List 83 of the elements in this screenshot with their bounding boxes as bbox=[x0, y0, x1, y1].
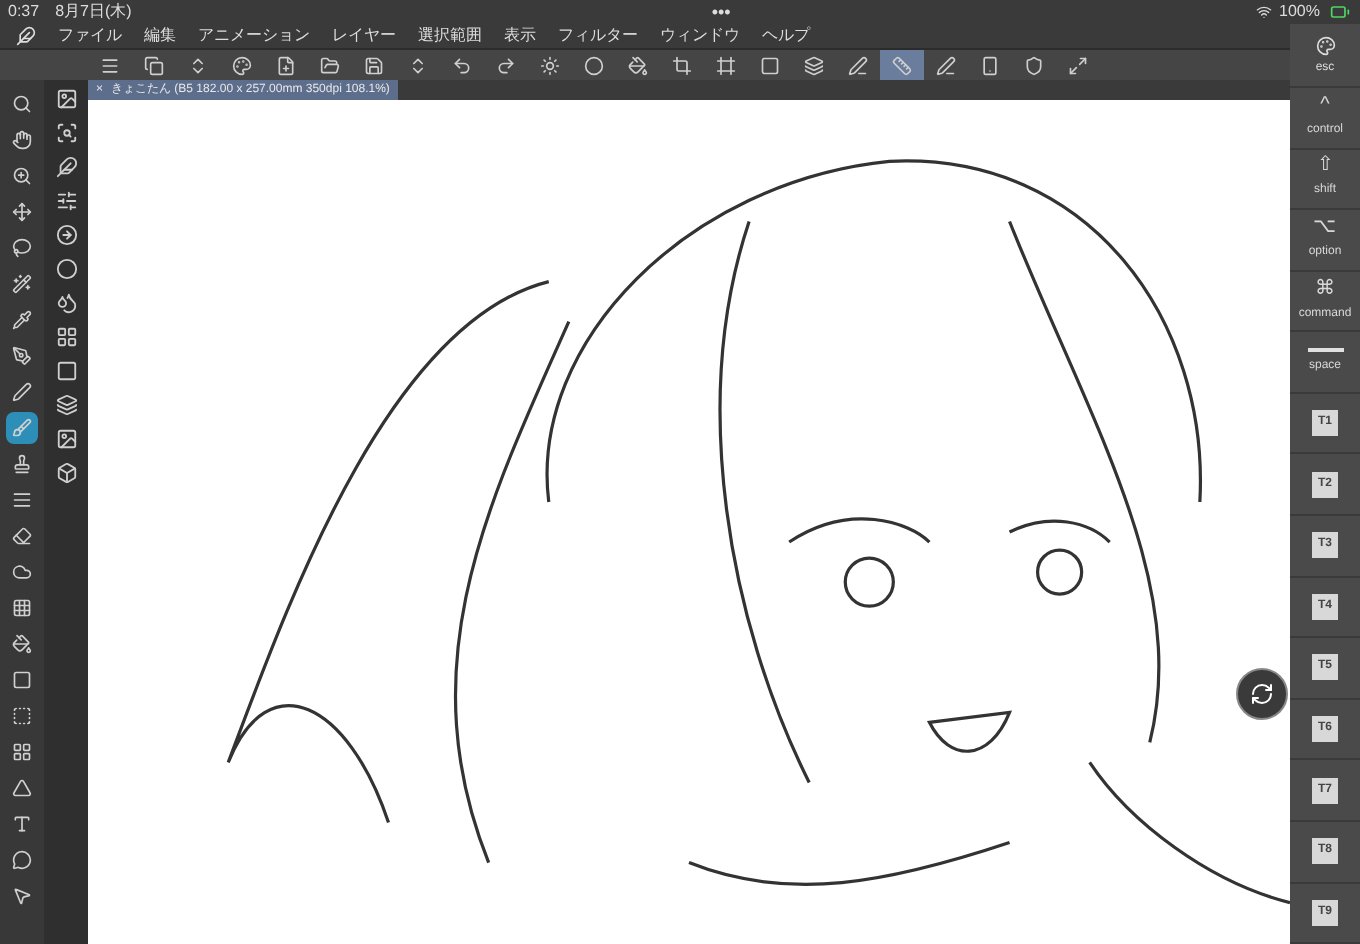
ruler-icon bbox=[892, 55, 912, 75]
rotate-icon bbox=[1250, 682, 1274, 706]
key-symbol: ^ bbox=[1320, 95, 1330, 116]
key-symbol: ⇧ bbox=[1317, 156, 1333, 177]
menu-item[interactable]: 選択範囲 bbox=[418, 24, 482, 48]
menu-item[interactable]: フィルター bbox=[558, 24, 638, 48]
stamp-icon bbox=[12, 454, 32, 474]
grid-icon[interactable] bbox=[55, 326, 77, 348]
key-symbol: ⌘ bbox=[1315, 279, 1335, 300]
palette-icon bbox=[232, 55, 252, 75]
command-button[interactable] bbox=[880, 49, 924, 81]
square-icon[interactable] bbox=[55, 360, 77, 382]
space-bar-icon bbox=[1307, 348, 1343, 353]
lasso-icon bbox=[12, 238, 32, 258]
image-icon[interactable] bbox=[55, 88, 77, 110]
hand-icon bbox=[12, 130, 32, 150]
cloud-icon bbox=[12, 562, 32, 582]
pen-icon bbox=[12, 382, 32, 402]
status-date: 8月7日(木) bbox=[55, 0, 132, 24]
brush-icon bbox=[12, 418, 32, 438]
arrow-circle-icon[interactable] bbox=[55, 224, 77, 246]
frame-icon bbox=[716, 55, 736, 75]
tool-button[interactable] bbox=[6, 412, 38, 444]
lines-icon bbox=[12, 490, 32, 510]
menu-item[interactable]: 表示 bbox=[504, 24, 536, 48]
feather-icon[interactable] bbox=[55, 156, 77, 178]
move-icon bbox=[12, 202, 32, 222]
up-down-icon bbox=[188, 55, 208, 75]
drops-icon[interactable] bbox=[55, 292, 77, 314]
speech-bubble-icon bbox=[12, 850, 32, 870]
dashed-square-icon bbox=[12, 706, 32, 726]
menu-item[interactable]: 編集 bbox=[144, 24, 176, 48]
palette-icon bbox=[1315, 36, 1335, 56]
status-time: 0:37 bbox=[8, 0, 40, 24]
grid-icon bbox=[12, 598, 32, 618]
pen-tool-icon bbox=[12, 346, 32, 366]
wand-icon bbox=[12, 274, 32, 294]
redo-icon bbox=[496, 55, 516, 75]
shield-icon bbox=[1024, 55, 1044, 75]
save-icon bbox=[364, 55, 384, 75]
menu-icon bbox=[100, 55, 120, 75]
menu-item[interactable]: ファイル bbox=[58, 24, 122, 48]
layers-icon bbox=[804, 55, 824, 75]
battery-icon bbox=[1328, 2, 1352, 22]
circle-icon[interactable] bbox=[55, 258, 77, 280]
copy-icon bbox=[144, 55, 164, 75]
tablet-icon bbox=[980, 55, 1000, 75]
pen-line-icon bbox=[936, 55, 956, 75]
pen-line-icon bbox=[848, 55, 868, 75]
box-icon[interactable] bbox=[55, 462, 77, 484]
square-icon bbox=[12, 670, 32, 690]
battery-percent: 100% bbox=[1279, 0, 1320, 24]
bucket-icon bbox=[12, 634, 32, 654]
pipette-icon bbox=[12, 310, 32, 330]
multitask-handle[interactable]: ••• bbox=[711, 3, 731, 21]
crop-icon bbox=[672, 55, 692, 75]
folder-icon bbox=[320, 55, 340, 75]
expand-icon bbox=[1068, 55, 1088, 75]
menu-item[interactable]: ウィンドウ bbox=[660, 24, 740, 48]
menu-item[interactable]: レイヤー bbox=[332, 24, 396, 48]
menu-item[interactable]: ヘルプ bbox=[762, 24, 810, 48]
new-file-icon bbox=[276, 55, 296, 75]
layout-grid-icon bbox=[12, 742, 32, 762]
scan-icon[interactable] bbox=[55, 122, 77, 144]
eraser-icon bbox=[12, 526, 32, 546]
text-tool-icon bbox=[12, 814, 32, 834]
bucket-icon bbox=[628, 55, 648, 75]
search-icon bbox=[12, 94, 32, 114]
wifi-icon bbox=[1255, 4, 1272, 20]
menu-item[interactable]: アニメーション bbox=[198, 24, 310, 48]
triangle-icon bbox=[12, 778, 32, 798]
up-down-icon bbox=[408, 55, 428, 75]
sliders-icon[interactable] bbox=[55, 190, 77, 212]
app-logo-icon[interactable] bbox=[16, 26, 36, 46]
pointer-icon bbox=[12, 886, 32, 906]
circle-icon bbox=[584, 55, 604, 75]
layers-icon[interactable] bbox=[55, 394, 77, 416]
key-symbol: ⌥ bbox=[1313, 217, 1337, 238]
zoom-icon bbox=[12, 166, 32, 186]
sun-icon bbox=[540, 55, 560, 75]
undo-icon bbox=[452, 55, 472, 75]
square-icon bbox=[760, 55, 780, 75]
image-icon[interactable] bbox=[55, 428, 77, 450]
